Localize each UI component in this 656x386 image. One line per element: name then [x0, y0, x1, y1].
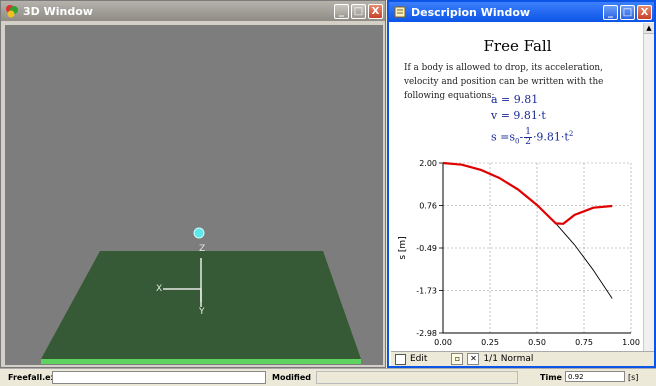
- status-field: [52, 371, 266, 384]
- app-icon: [5, 4, 19, 18]
- y-tick-label: -1.73: [416, 287, 437, 296]
- 3d-window-titlebar[interactable]: 3D Window _ □ X: [1, 1, 385, 21]
- y-tick-label: 0.76: [419, 202, 437, 211]
- close-button[interactable]: X: [637, 4, 652, 20]
- x-tick-label: 0.25: [481, 338, 499, 347]
- status-field-2: [316, 371, 518, 384]
- maximize-button[interactable]: □: [620, 4, 635, 20]
- description-footer: Edit ▫ ✕ 1/1 Normal: [391, 351, 654, 366]
- new-page-icon[interactable]: ▫: [451, 353, 464, 365]
- time-unit: [s]: [628, 373, 639, 382]
- edit-label: Edit: [410, 354, 428, 364]
- x-tick-label: 1.00: [622, 338, 640, 347]
- falling-ball: [193, 227, 205, 239]
- equation-velocity: v = 9.81·t: [491, 109, 546, 122]
- description-content: Free Fall If a body is allowed to drop, …: [391, 23, 644, 353]
- description-window: Descripion Window _ □ X Free Fall If a b…: [387, 0, 656, 368]
- minimize-button[interactable]: _: [334, 3, 349, 19]
- eq-fraction: 12: [524, 128, 532, 147]
- 3d-window-title: 3D Window: [23, 4, 93, 18]
- status-bar: Freefall.ex Modified Time 0.92 [s]: [0, 368, 656, 386]
- description-heading: Free Fall: [483, 37, 552, 55]
- series-line-simulated: [442, 161, 613, 225]
- equation-acceleration: a = 9.81: [491, 93, 539, 106]
- y-tick-label: -2.98: [416, 329, 437, 338]
- y-axis-label: Y: [198, 307, 205, 317]
- y-tick-label: 2.00: [419, 159, 437, 168]
- eq-s-tail: ·9.81·t: [532, 130, 569, 144]
- file-name: Freefall.ex: [8, 373, 56, 382]
- eq-s-prefix: s =s: [491, 130, 516, 144]
- vertical-scrollbar[interactable]: ▲: [643, 23, 654, 353]
- x-axis-label: X: [156, 284, 162, 294]
- description-window-titlebar[interactable]: Descripion Window _ □ X: [389, 2, 654, 22]
- close-button[interactable]: X: [368, 3, 383, 19]
- 3d-viewport[interactable]: Z X Y: [5, 25, 383, 365]
- x-tick-label: 0.75: [575, 338, 593, 347]
- time-value[interactable]: 0.92: [565, 371, 625, 382]
- time-label: Time: [540, 373, 562, 382]
- x-tick-label: 0.00: [434, 338, 452, 347]
- minimize-button[interactable]: _: [603, 4, 618, 20]
- scroll-up-icon[interactable]: ▲: [644, 23, 654, 34]
- eq-s-sup: 2: [568, 129, 574, 138]
- position-chart: 0.00 0.25 0.50 0.75 1.00 2.00 0.76 -0.49 -1.73 -2…: [398, 159, 640, 347]
- y-tick-label: -0.49: [416, 244, 437, 253]
- description-window-title: Descripion Window: [411, 5, 531, 19]
- maximize-button[interactable]: □: [351, 3, 366, 19]
- eq-s-minus: -: [519, 130, 524, 144]
- delete-page-icon[interactable]: ✕: [467, 353, 480, 365]
- description-icon: [393, 5, 407, 19]
- edit-checkbox[interactable]: [395, 353, 406, 365]
- equation-position: s =s0- 1 2·9.81·t2: [491, 128, 573, 147]
- page-indicator: 1/1 Normal: [483, 354, 534, 364]
- y-axis-label: s [m]: [398, 236, 408, 259]
- floor-edge: [41, 359, 361, 364]
- 3d-window: 3D Window _ □ X Z X Y: [0, 0, 386, 368]
- modified-indicator: Modified: [272, 373, 312, 382]
- series-line-reference: [442, 162, 613, 299]
- x-tick-label: 0.50: [528, 338, 546, 347]
- z-axis-label: Z: [199, 244, 205, 254]
- eq-s-denominator: 2: [525, 137, 531, 147]
